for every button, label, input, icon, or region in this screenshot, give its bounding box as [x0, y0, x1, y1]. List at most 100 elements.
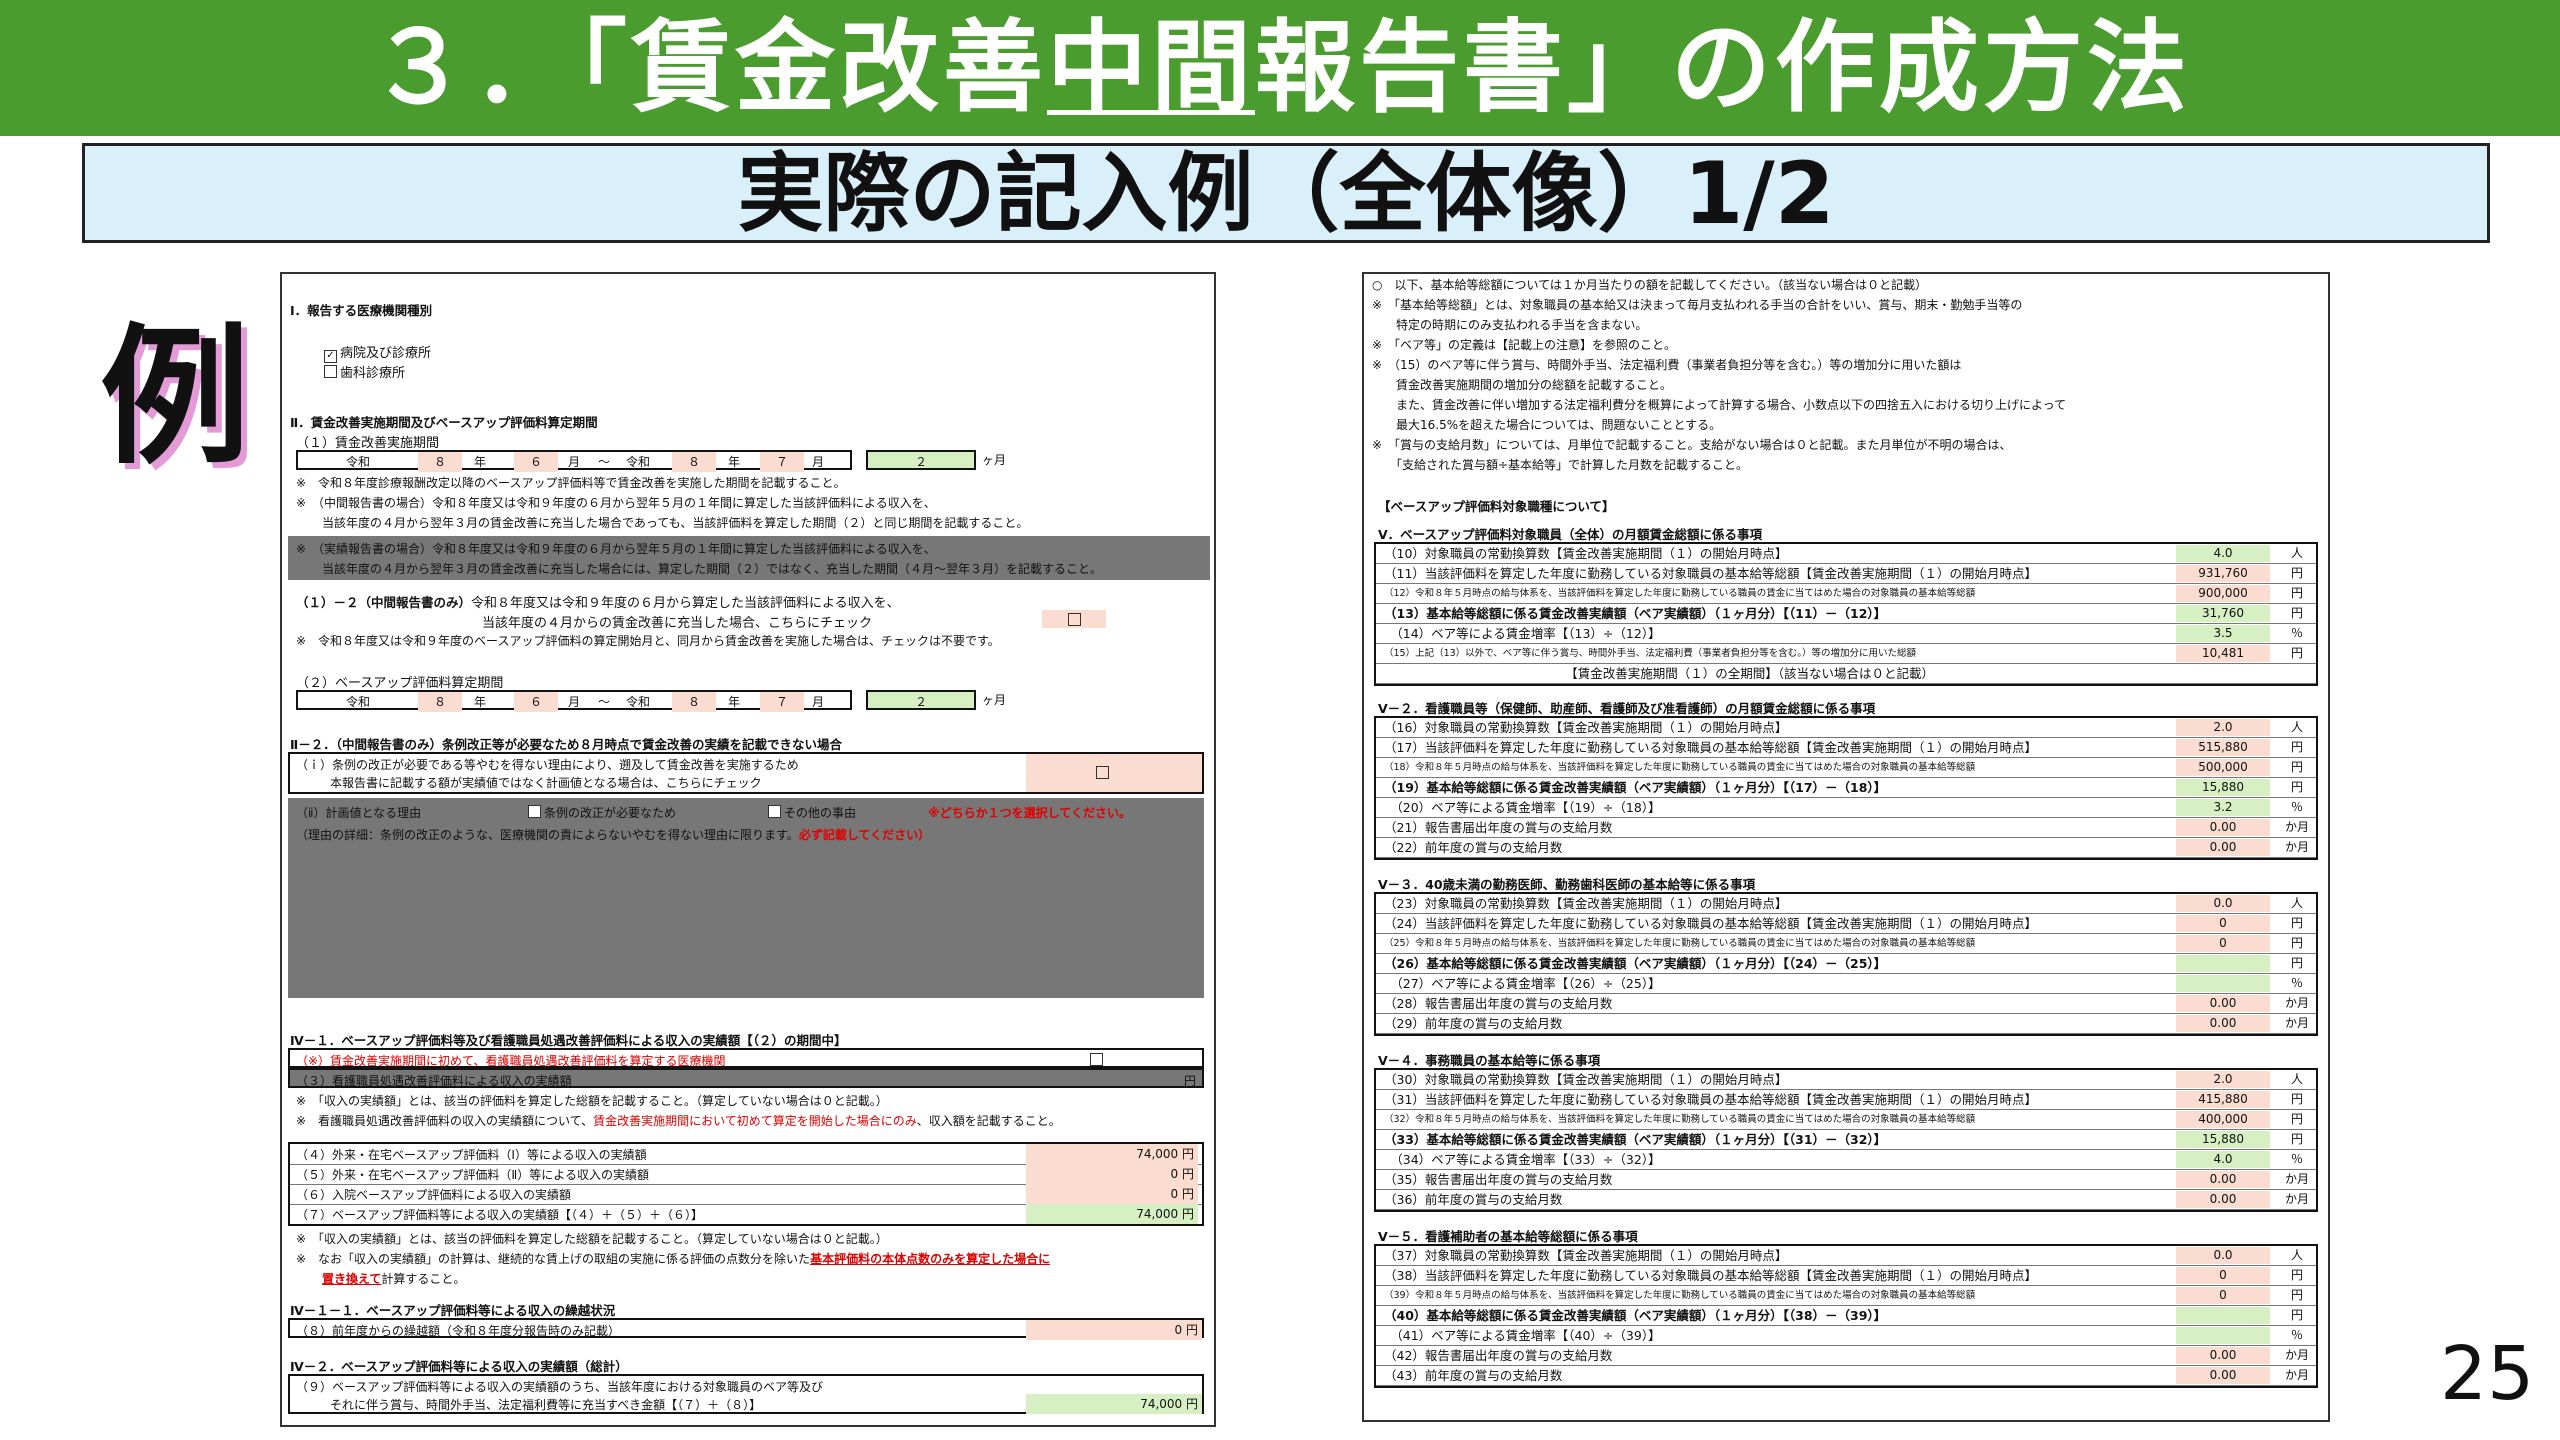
group-row-value[interactable]: 0.00	[2176, 1191, 2270, 1208]
intro-line: また、賃金改善に伴い増加する法定福利費分を概算によって計算する場合、小数点以下の…	[1372, 398, 2067, 412]
group-row: （39）令和８年５月時点の給与体系を、当該評価料を算定した年度に勤務している職員…	[1376, 1286, 2316, 1306]
group-row-value[interactable]: 0.00	[2176, 1367, 2270, 1384]
section-1-2-checkbox-cell[interactable]	[1042, 610, 1106, 628]
row-first-calc-checkbox[interactable]	[1090, 1053, 1103, 1066]
group-row-value[interactable]: 0.00	[2176, 819, 2270, 836]
group-row-label: （31）当該評価料を算定した年度に勤務している対象職員の基本給等総額【賃金改善実…	[1384, 1092, 2038, 1107]
group-row-unit: か月	[2284, 1368, 2309, 1382]
group-row: （24）当該評価料を算定した年度に勤務している対象職員の基本給等総額【賃金改善実…	[1376, 914, 2316, 934]
period2-year-unit: 年	[474, 695, 487, 709]
group-row-label: （10）対象職員の常勤換算数【賃金改善実施期間（１）の開始月時点】	[1384, 546, 1788, 561]
group-row-label: （30）対象職員の常勤換算数【賃金改善実施期間（１）の開始月時点】	[1384, 1072, 1788, 1087]
group-row-label: （28）報告書届出年度の賞与の支給月数	[1384, 996, 1613, 1011]
income-row-6: （６）入院ベースアップ評価料による収入の実績額 0 円	[290, 1184, 1202, 1205]
period-start-year[interactable]: ８	[418, 452, 462, 472]
gray-note-block: ※ （実績報告書の場合）令和８年度又は令和９年度の６月から翌年５月の１年間に算定…	[288, 536, 1210, 580]
group-row-label: （15）上記（13）以外で、ベア等に伴う賞与、時間外手当、法定福利費（事業者負担…	[1384, 648, 1917, 659]
group-row: （14）ベア等による賃金増率【（13）÷（12）】 3.5 ％	[1376, 624, 2316, 644]
group-row: （11）当該評価料を算定した年度に勤務している対象職員の基本給等総額【賃金改善実…	[1376, 564, 2316, 584]
group-row: （10）対象職員の常勤換算数【賃金改善実施期間（１）の開始月時点】 4.0 人	[1376, 544, 2316, 564]
checkbox-other-reason[interactable]: その他の事由	[768, 804, 856, 821]
period2-start-year[interactable]: ８	[418, 692, 462, 712]
group-row-value[interactable]: 0	[2176, 1287, 2270, 1304]
group-row-value[interactable]: 500,000	[2176, 759, 2270, 776]
income-row-value[interactable]: 74,000 円	[1026, 1144, 1198, 1164]
group-row-value[interactable]: 415,880	[2176, 1091, 2270, 1108]
period-month-unit: 月	[568, 455, 581, 469]
group-row-value[interactable]: 2.0	[2176, 719, 2270, 736]
checkbox-hospital[interactable]: ✓ 病院及び診療所	[324, 342, 431, 363]
intro-line: 最大16.5%を超えた場合については、問題ないこととする。	[1372, 418, 1722, 432]
checkbox-dental[interactable]: 歯科診療所	[324, 362, 405, 381]
group-row-value[interactable]: 400,000	[2176, 1111, 2270, 1128]
group-row-value[interactable]: 0.0	[2176, 1247, 2270, 1264]
note-f: ※ なお「収入の実績額」の計算は、継続的な賃上げの取組の実施に係る評価の点数分を…	[296, 1252, 811, 1266]
group-row: （20）ベア等による賃金増率【（19）÷（18）】 3.2 ％	[1376, 798, 2316, 818]
period-start-month[interactable]: ６	[514, 452, 558, 472]
carryover-value[interactable]: 0 円	[1026, 1320, 1202, 1340]
checkbox-ordinance[interactable]: 条例の改正が必要なため	[528, 804, 676, 821]
group-row-label: （42）報告書届出年度の賞与の支給月数	[1384, 1348, 1613, 1363]
period-months-unit-2: ヶ月	[982, 693, 1007, 707]
section-2-sub2: （２）ベースアップ評価料算定期間	[296, 676, 504, 691]
period2-end-month[interactable]: ７	[760, 692, 804, 712]
group-row: （30）対象職員の常勤換算数【賃金改善実施期間（１）の開始月時点】 2.0 人	[1376, 1070, 2316, 1090]
section-4-1-heading: Ⅳ－１．ベースアップ評価料等及び看護職員処遇改善評価料による収入の実績額【（２）…	[290, 1033, 847, 1048]
section-2-2-red-note-2: 必ず記載してください）	[798, 828, 931, 842]
group-row-unit: 円	[2290, 566, 2303, 580]
subtitle: 実際の記入例（全体像）1/2	[737, 144, 1835, 244]
group-row-unit: 人	[2290, 720, 2303, 734]
group-row-value[interactable]: 0.00	[2176, 1015, 2270, 1032]
group-row-value[interactable]: 0	[2176, 935, 2270, 952]
group-row-value[interactable]: 0.00	[2176, 839, 2270, 856]
group-row-value	[2176, 955, 2270, 972]
group-row-unit: か月	[2284, 996, 2309, 1010]
group-row-value[interactable]: 10,481	[2176, 645, 2270, 662]
group-row-label: （39）令和８年５月時点の給与体系を、当該評価料を算定した年度に勤務している職員…	[1384, 1290, 1976, 1301]
group-row: （31）当該評価料を算定した年度に勤務している対象職員の基本給等総額【賃金改善実…	[1376, 1090, 2316, 1110]
group-row-value[interactable]: 0.00	[2176, 995, 2270, 1012]
group-row-label: （22）前年度の賞与の支給月数	[1384, 840, 1563, 855]
group-row-value	[2176, 1327, 2270, 1344]
income-row-value[interactable]: 0 円	[1026, 1164, 1198, 1184]
group-row-value[interactable]: 0	[2176, 915, 2270, 932]
period2-end-year[interactable]: ８	[672, 692, 716, 712]
period2-month-unit: 月	[568, 695, 581, 709]
group-row-value[interactable]: 515,880	[2176, 739, 2270, 756]
group-row: （22）前年度の賞与の支給月数 0.00 か月	[1376, 838, 2316, 858]
income-row-value[interactable]: 0 円	[1026, 1184, 1198, 1204]
period-end-month[interactable]: ７	[760, 452, 804, 472]
group-row-label: （25）令和８年５月時点の給与体系を、当該評価料を算定した年度に勤務している職員…	[1384, 938, 1976, 949]
group-row-value[interactable]: 2.0	[2176, 1071, 2270, 1088]
group-row-label: （27）ベア等による賃金増率【（26）÷（25）】	[1384, 976, 1661, 991]
group-row: （29）前年度の賞与の支給月数 0.00 か月	[1376, 1014, 2316, 1034]
group-row: （34）ベア等による賃金増率【（33）÷（32）】 4.0 ％	[1376, 1150, 2316, 1170]
group-row-label: （43）前年度の賞与の支給月数	[1384, 1368, 1563, 1383]
example-label: 例	[100, 311, 251, 485]
group-row: （17）当該評価料を算定した年度に勤務している対象職員の基本給等総額【賃金改善実…	[1376, 738, 2316, 758]
period-era-end: 令和	[626, 455, 651, 469]
group-row-value[interactable]: 931,760	[2176, 565, 2270, 582]
group-row-value[interactable]: 900,000	[2176, 585, 2270, 602]
intro-line: ※ （15）のベア等に伴う賞与、時間外手当、法定福利費（事業者負担分等を含む。）…	[1372, 358, 1962, 372]
period-end-year[interactable]: ８	[672, 452, 716, 472]
group-row: （38）当該評価料を算定した年度に勤務している対象職員の基本給等総額【賃金改善実…	[1376, 1266, 2316, 1286]
period-row-1: 令和 ８ 年 ６ 月 ～ 令和 ８ 年 ７ 月	[296, 450, 852, 472]
group-row-value[interactable]: 0.00	[2176, 1347, 2270, 1364]
group-row-value[interactable]: 0.0	[2176, 895, 2270, 912]
group-row-value[interactable]: 0.00	[2176, 1171, 2270, 1188]
group-row-label: （34）ベア等による賃金増率【（33）÷（32）】	[1384, 1152, 1661, 1167]
group-row-label: （24）当該評価料を算定した年度に勤務している対象職員の基本給等総額【賃金改善実…	[1384, 916, 2038, 931]
period2-tilde: ～	[598, 695, 611, 709]
note-f2-red: 置き換えて	[322, 1272, 382, 1286]
form-left-panel: Ⅰ．報告する医療機関種別 ✓ 病院及び診療所 歯科診療所 Ⅱ．賃金改善実施期間及び…	[280, 272, 1216, 1427]
note-b2: 当該年度の４月から翌年３月の賃金改善に充当した場合であっても、当該評価料を算定し…	[322, 516, 1029, 530]
group-row-value: 15,880	[2176, 779, 2270, 796]
section-2-2-i1: （ｉ）条例の改正が必要である等やむを得ない理由により、遡及して賃金改善を実施する…	[296, 758, 799, 772]
section-2-2-checkbox-cell[interactable]	[1026, 754, 1202, 792]
group-row-unit: ％	[2290, 976, 2303, 990]
period2-start-month[interactable]: ６	[514, 692, 558, 712]
group-row-value	[2176, 1307, 2270, 1324]
group-row-value[interactable]: 0	[2176, 1267, 2270, 1284]
period-month-unit-2: 月	[812, 455, 825, 469]
